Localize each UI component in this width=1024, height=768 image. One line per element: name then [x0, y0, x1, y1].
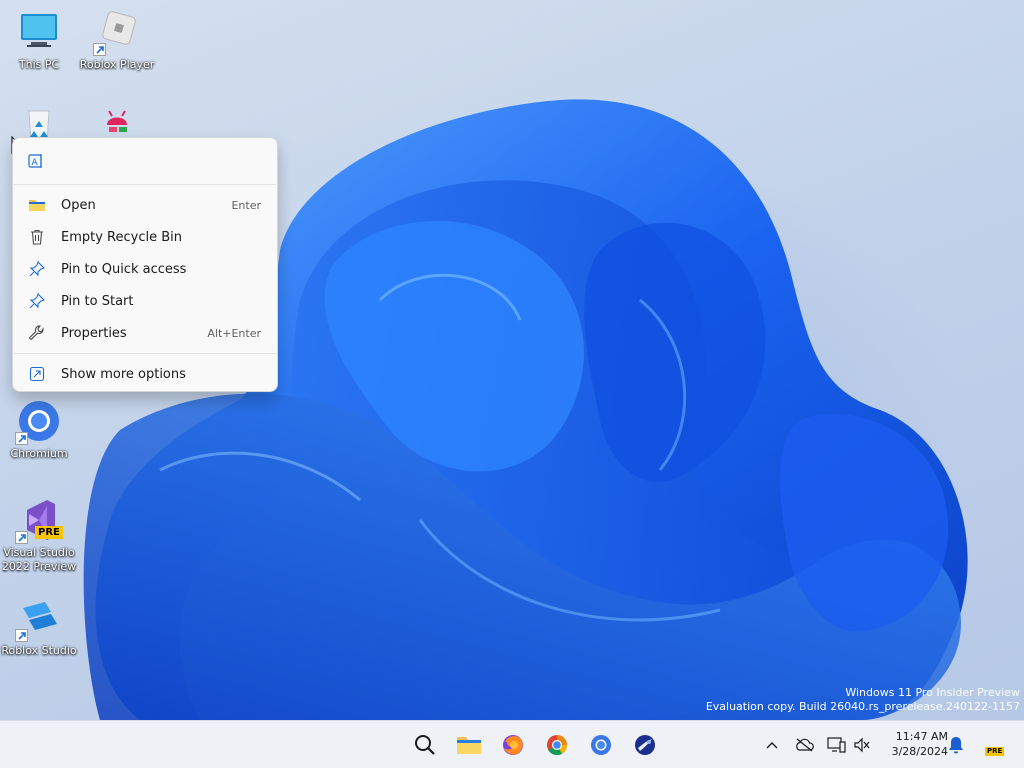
clock-date: 3/28/2024	[891, 745, 948, 758]
menu-item-label: Pin to Quick access	[61, 261, 187, 277]
menu-item-label: Empty Recycle Bin	[61, 229, 182, 245]
taskbar-app-button[interactable]	[629, 729, 661, 761]
clock-time: 11:47 AM	[895, 730, 948, 743]
context-menu-quick-actions: A	[14, 138, 276, 185]
menu-item-shortcut: Alt+Enter	[207, 326, 261, 340]
desktop-icon-visual-studio[interactable]: PRE Visual Studio 2022 Preview	[1, 496, 77, 574]
network-icon	[827, 737, 846, 753]
menu-item-open[interactable]: Open Enter	[17, 190, 273, 220]
trash-icon	[27, 227, 47, 247]
clock[interactable]: 11:47 AM 3/28/2024	[880, 729, 948, 759]
pre-badge: PRE	[985, 747, 1005, 756]
taskbar-search-button[interactable]	[409, 729, 441, 761]
shortcut-arrow-icon	[15, 531, 28, 544]
roblox-player-icon	[93, 8, 141, 56]
shortcut-arrow-icon	[93, 43, 106, 56]
evaluation-watermark: Windows 11 Pro Insider Preview Evaluatio…	[706, 686, 1020, 714]
menu-item-label: Show more options	[61, 366, 186, 382]
menu-item-properties[interactable]: Properties Alt+Enter	[17, 318, 273, 348]
pre-badge: PRE	[35, 526, 63, 539]
taskbar-chrome-button[interactable]	[541, 729, 573, 761]
onedrive-icon	[796, 738, 814, 752]
menu-separator	[14, 353, 276, 354]
wrench-icon	[27, 323, 47, 343]
menu-item-pin-quick-access[interactable]: Pin to Quick access	[17, 254, 273, 284]
menu-item-label: Properties	[61, 325, 127, 341]
context-menu[interactable]: A Open Enter Empty Recycle Bin Pin to Qu…	[12, 137, 278, 392]
notifications-button[interactable]	[944, 733, 968, 757]
watermark-line-2: Evaluation copy. Build 26040.rs_prerelea…	[705, 700, 1020, 713]
volume-muted-icon	[854, 737, 870, 753]
desktop-icon-roblox-player[interactable]: Roblox Player	[79, 8, 155, 72]
menu-item-pin-to-start[interactable]: Pin to Start	[17, 286, 273, 316]
volume-button[interactable]	[850, 733, 874, 757]
chrome-icon	[547, 735, 568, 756]
taskbar-firefox-button[interactable]	[497, 729, 529, 761]
search-icon	[415, 735, 435, 755]
shortcut-arrow-icon	[15, 432, 28, 445]
menu-item-shortcut: Enter	[231, 198, 261, 212]
bell-icon	[949, 737, 963, 754]
folder-icon	[27, 195, 47, 215]
taskbar: 11:47 AM 3/28/2024 PRE	[0, 720, 1024, 768]
show-hidden-icons-button[interactable]	[760, 733, 784, 757]
chromium-icon	[591, 735, 611, 755]
firefox-icon	[503, 735, 523, 755]
rename-icon[interactable]: A	[26, 151, 46, 171]
taskbar-chromium-button[interactable]	[585, 729, 617, 761]
desktop-icon-this-pc[interactable]: This PC	[1, 8, 77, 72]
desktop-icon-chromium[interactable]: Chromium	[1, 397, 77, 461]
chevron-up-icon	[766, 742, 778, 749]
more-options-icon	[27, 364, 47, 384]
monitor-icon	[15, 8, 63, 56]
network-button[interactable]	[824, 733, 848, 757]
svg-text:A: A	[32, 158, 39, 168]
chromium-icon	[15, 397, 63, 445]
desktop-icon-roblox-studio[interactable]: Roblox Studio	[1, 594, 77, 658]
desktop-icon-label: Chromium	[10, 447, 68, 460]
pin-icon	[27, 259, 47, 279]
roblox-studio-icon	[15, 594, 63, 642]
menu-item-empty-recycle-bin[interactable]: Empty Recycle Bin	[17, 222, 273, 252]
watermark-line-1: Windows 11 Pro Insider Preview	[845, 686, 1020, 699]
menu-item-label: Pin to Start	[61, 293, 134, 309]
desktop-icon-label: This PC	[18, 58, 60, 71]
taskbar-file-explorer-button[interactable]	[453, 729, 485, 761]
app-icon	[635, 735, 655, 755]
file-explorer-icon	[457, 737, 481, 754]
visual-studio-icon: PRE	[15, 496, 63, 544]
pin-icon	[27, 291, 47, 311]
desktop-icon-label: Roblox Player	[79, 58, 155, 71]
menu-item-label: Open	[61, 197, 96, 213]
desktop-icon-label: Roblox Studio	[1, 644, 77, 657]
menu-item-show-more-options[interactable]: Show more options	[17, 359, 273, 389]
onedrive-button[interactable]	[792, 733, 816, 757]
desktop-icon-label: Visual Studio 2022 Preview	[1, 546, 77, 573]
shortcut-arrow-icon	[15, 629, 28, 642]
